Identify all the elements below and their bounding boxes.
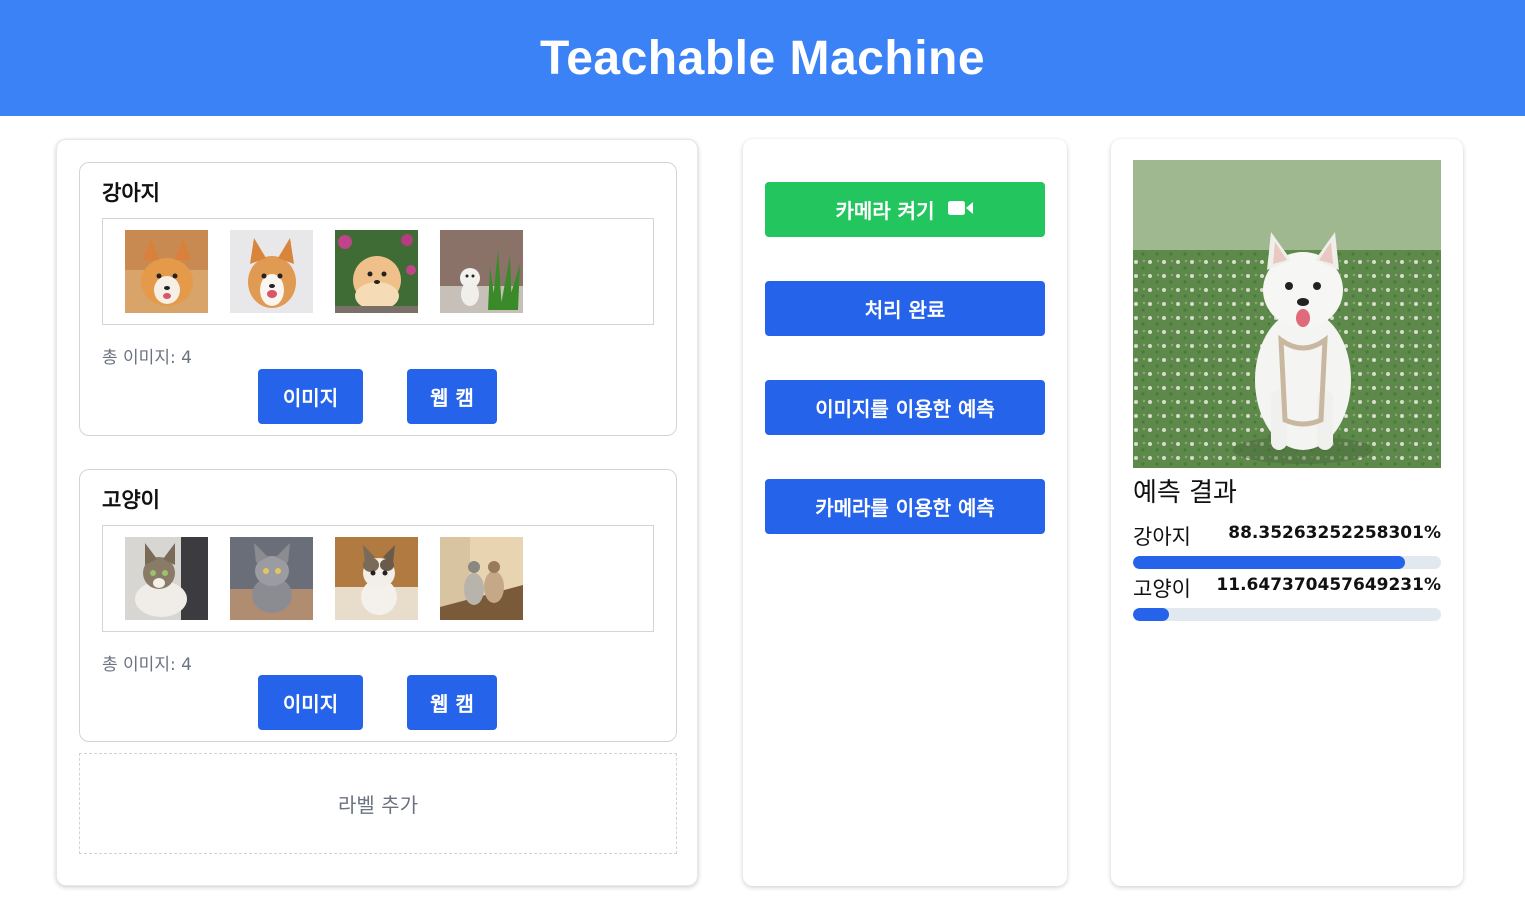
thumbnail-list bbox=[102, 525, 654, 632]
labels-panel: 강아지 총 이미지: 4 이미지 웹 캠 고양이 총 이미지: 4 이미지 웹 … bbox=[56, 139, 698, 886]
upload-image-button[interactable]: 이미지 bbox=[258, 675, 363, 730]
app-header: Teachable Machine bbox=[0, 0, 1525, 116]
prediction-title: 예측 결과 bbox=[1133, 478, 1237, 508]
thumbnail-grey-kitten[interactable] bbox=[230, 537, 313, 620]
thumbnail-tabby-cat[interactable] bbox=[125, 537, 208, 620]
thumbnail-two-cats[interactable] bbox=[440, 537, 523, 620]
image-count: 총 이미지: 4 bbox=[102, 348, 192, 368]
prediction-image bbox=[1133, 160, 1441, 468]
thumbnail-list bbox=[102, 218, 654, 325]
add-label-button[interactable]: 라벨 추가 bbox=[79, 753, 677, 854]
prediction-panel: 예측 결과 강아지 88.35263252258301% 고양이 11.6473… bbox=[1111, 139, 1463, 886]
result-bar-cat bbox=[1133, 608, 1441, 621]
controls-panel: 카메라 켜기 처리 완료 이미지를 이용한 예측 카메라를 이용한 예측 bbox=[743, 139, 1067, 886]
result-bar-fill-dog bbox=[1133, 556, 1406, 569]
webcam-button[interactable]: 웹 캠 bbox=[407, 675, 497, 730]
result-percent-cat: 11.647370457649231% bbox=[1216, 575, 1441, 595]
thumbnail-corgi-1[interactable] bbox=[125, 230, 208, 313]
label-name: 고양이 bbox=[102, 488, 160, 512]
result-label-dog: 강아지 bbox=[1133, 525, 1191, 549]
thumbnail-calico-kitten[interactable] bbox=[335, 537, 418, 620]
upload-image-button[interactable]: 이미지 bbox=[258, 369, 363, 424]
predict-image-button[interactable]: 이미지를 이용한 예측 bbox=[765, 380, 1045, 435]
label-name: 강아지 bbox=[102, 181, 160, 205]
result-label-cat: 고양이 bbox=[1133, 577, 1191, 601]
result-percent-dog: 88.35263252258301% bbox=[1228, 523, 1441, 543]
camera-on-label: 카메라 켜기 bbox=[835, 199, 935, 223]
video-camera-icon bbox=[948, 198, 974, 222]
predict-camera-button[interactable]: 카메라를 이용한 예측 bbox=[765, 479, 1045, 534]
result-bar-fill-cat bbox=[1133, 608, 1169, 621]
thumbnail-pomeranian[interactable] bbox=[335, 230, 418, 313]
finish-button[interactable]: 처리 완료 bbox=[765, 281, 1045, 336]
image-count: 총 이미지: 4 bbox=[102, 655, 192, 675]
webcam-button[interactable]: 웹 캠 bbox=[407, 369, 497, 424]
label-card-cat: 고양이 총 이미지: 4 이미지 웹 캠 bbox=[79, 469, 677, 742]
result-bar-dog bbox=[1133, 556, 1441, 569]
thumbnail-dog-in-grass[interactable] bbox=[440, 230, 523, 313]
app-title: Teachable Machine bbox=[539, 31, 986, 85]
thumbnail-corgi-2[interactable] bbox=[230, 230, 313, 313]
label-card-dog: 강아지 총 이미지: 4 이미지 웹 캠 bbox=[79, 162, 677, 436]
camera-on-button[interactable]: 카메라 켜기 bbox=[765, 182, 1045, 237]
